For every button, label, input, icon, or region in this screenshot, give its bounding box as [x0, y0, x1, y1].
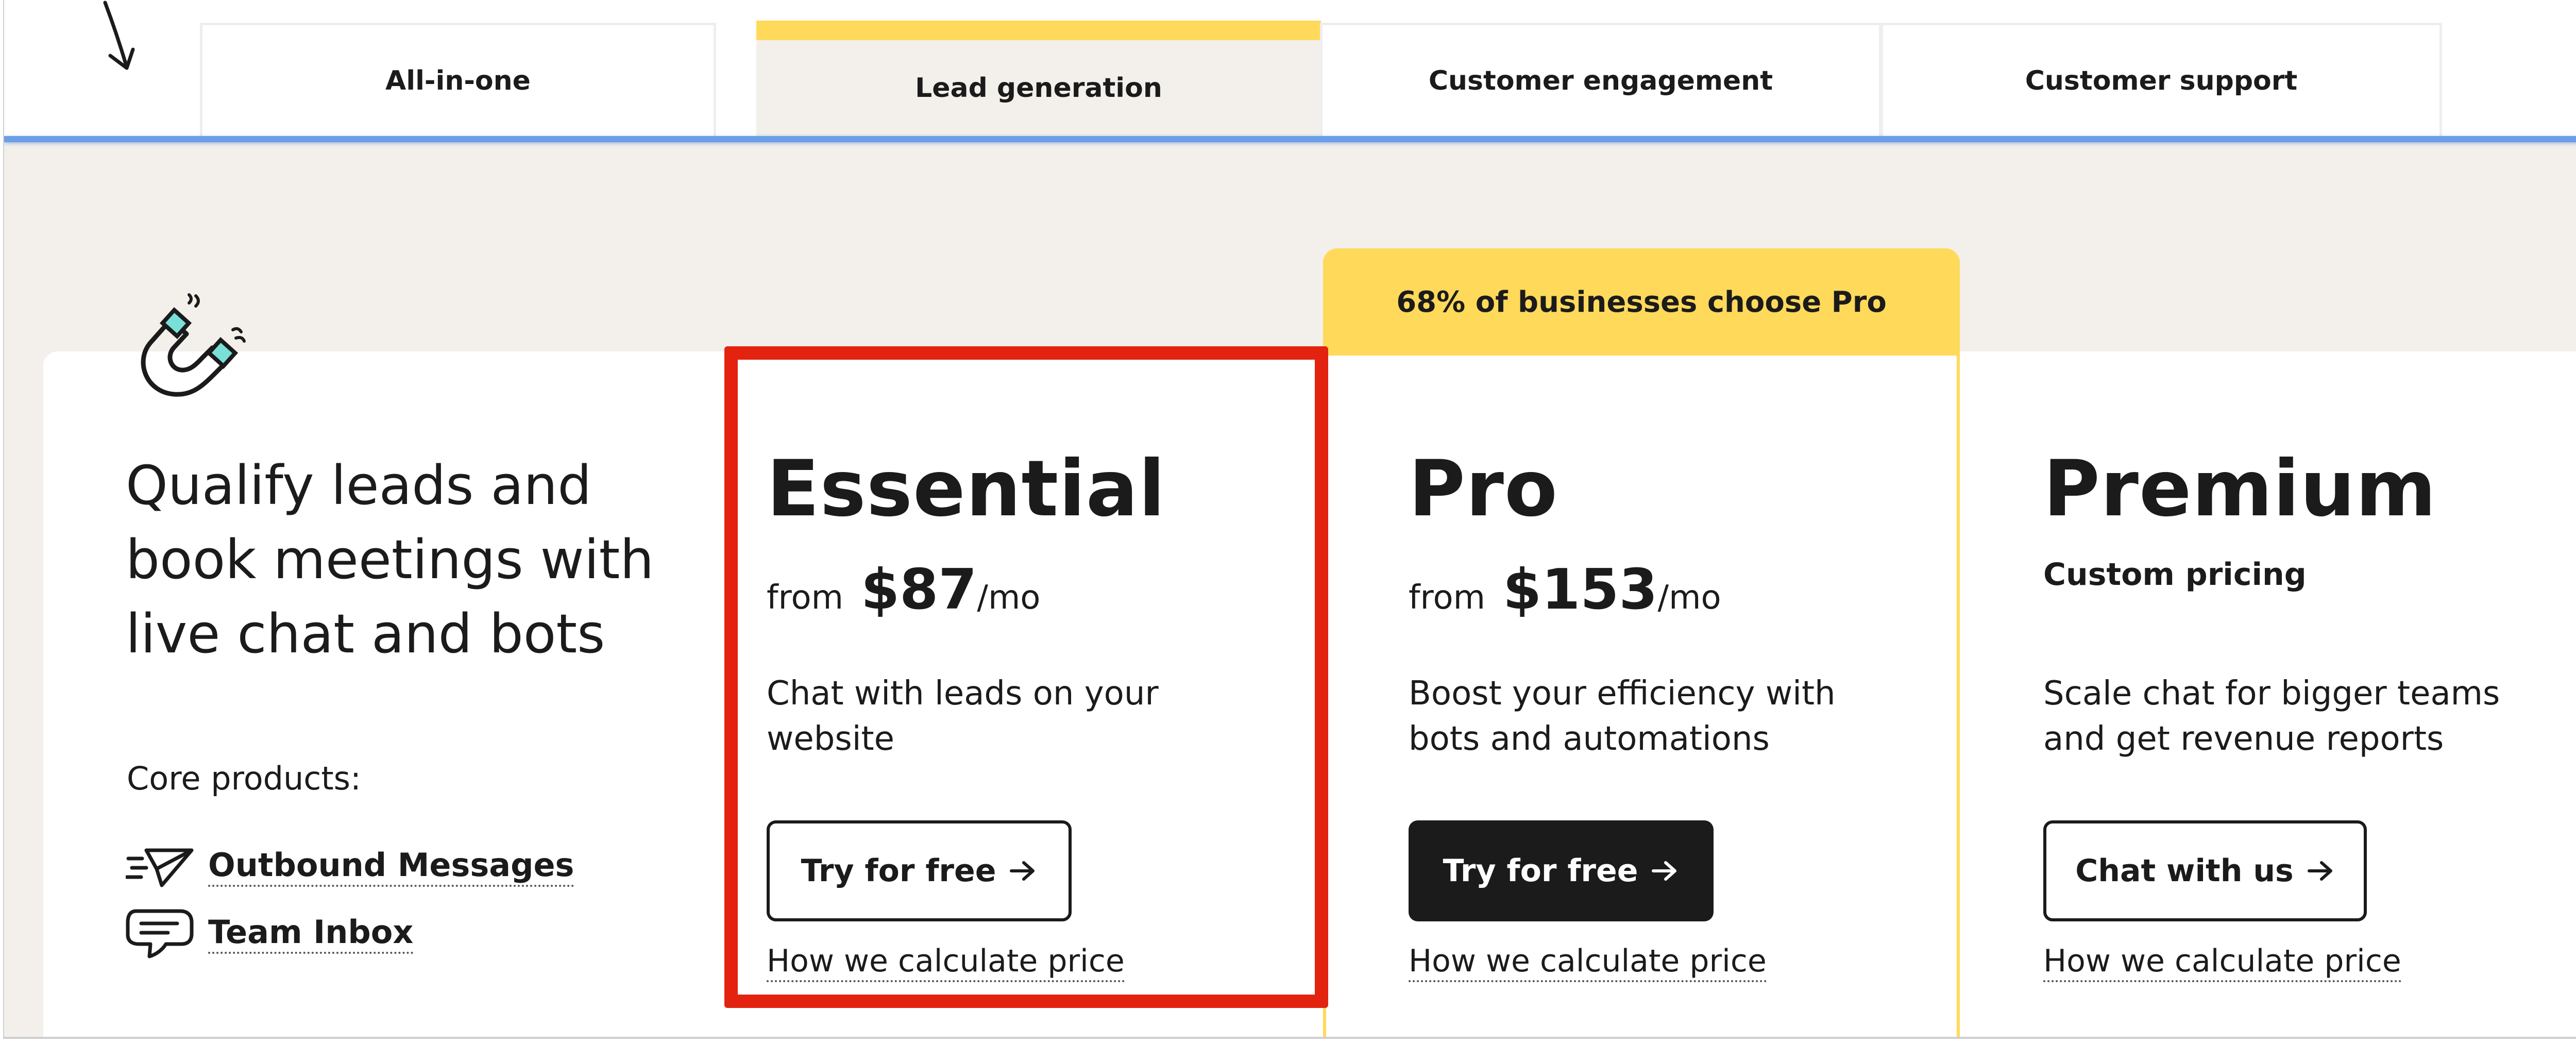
tab-label: Customer engagement [1428, 65, 1773, 96]
core-product-team-inbox[interactable]: Team Inbox [126, 905, 414, 962]
price-amount: $153 [1502, 558, 1658, 622]
core-product-label: Team Inbox [208, 913, 414, 954]
paper-plane-icon [126, 838, 198, 895]
plan-premium: Premium Custom pricing Scale chat for bi… [2041, 351, 2576, 1037]
plan-pro: Pro from $153 /mo Boost your efficiency … [1406, 351, 1953, 1037]
chat-with-us-button[interactable]: Chat with us [2043, 820, 2367, 921]
tab-bar-underline [4, 136, 2576, 142]
tab-all-in-one[interactable]: All-in-one [200, 23, 716, 136]
button-label: Try for free [1443, 853, 1638, 889]
arrow-doodle-icon [103, 1, 135, 70]
core-products-label: Core products: [127, 760, 361, 797]
plan-name: Pro [1409, 444, 1558, 534]
core-product-outbound-messages[interactable]: Outbound Messages [126, 838, 574, 895]
tab-lead-generation[interactable]: Lead generation [756, 21, 1321, 136]
plan-price: from $153 /mo [1409, 558, 1721, 622]
pro-popular-banner: 68% of businesses choose Pro [1323, 248, 1960, 356]
tab-customer-engagement[interactable]: Customer engagement [1320, 23, 1882, 136]
price-from: from [1409, 579, 1485, 617]
pricing-section: All-in-one Lead generation Customer enga… [3, 0, 2576, 1039]
tab-bar: All-in-one Lead generation Customer enga… [4, 0, 2576, 142]
tab-label: Lead generation [915, 73, 1162, 104]
plan-description: Boost your efficiency with bots and auto… [1409, 675, 1836, 758]
chat-bubble-icon [126, 905, 198, 962]
how-we-calculate-price-link[interactable]: How we calculate price [1409, 942, 1767, 982]
tab-label: All-in-one [385, 65, 531, 96]
core-product-label: Outbound Messages [208, 846, 574, 887]
tab-label: Customer support [2025, 65, 2298, 96]
plan-name: Premium [2043, 444, 2437, 534]
button-label: Chat with us [2075, 853, 2294, 889]
price-period: /mo [1657, 579, 1721, 617]
how-we-calculate-price-link[interactable]: How we calculate price [2043, 942, 2401, 982]
magnet-icon [141, 293, 246, 397]
intro-headline: Qualify leads and book meetings with liv… [126, 454, 654, 665]
arrow-right-icon [1651, 860, 1679, 882]
arrow-right-icon [2307, 860, 2335, 882]
try-for-free-button[interactable]: Try for free [1409, 820, 1714, 921]
custom-pricing-label: Custom pricing [2043, 557, 2307, 593]
annotation-highlight-box [724, 346, 1328, 1008]
tab-customer-support[interactable]: Customer support [1880, 23, 2442, 136]
plan-description: Scale chat for bigger teams and get reve… [2043, 675, 2500, 758]
